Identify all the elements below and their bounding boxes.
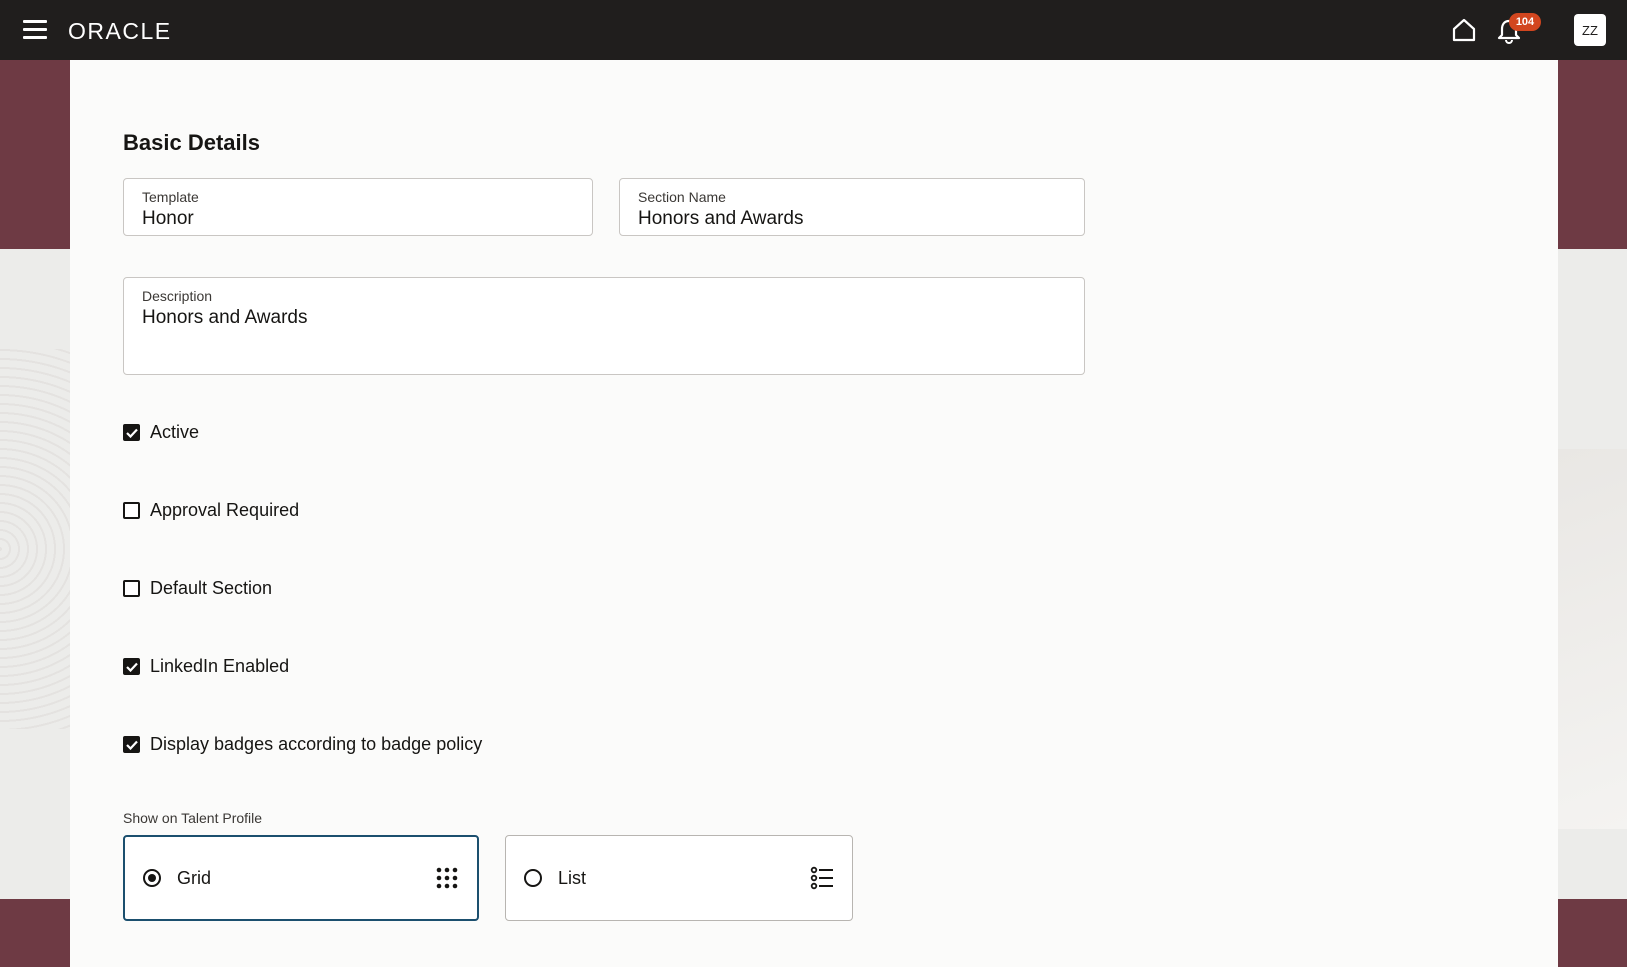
grid-option-card[interactable]: Grid (123, 835, 479, 921)
list-icon (810, 866, 833, 890)
approval-required-checkbox-row[interactable]: Approval Required (123, 500, 299, 521)
list-option-card[interactable]: List (505, 835, 853, 921)
top-navigation-bar: ORACLE 104 ZZ (0, 0, 1627, 60)
template-label: Template (142, 189, 199, 205)
active-checkbox-row[interactable]: Active (123, 422, 199, 443)
template-field[interactable]: Template Honor (123, 178, 593, 236)
description-value: Honors and Awards (142, 307, 308, 328)
section-title: Basic Details (123, 130, 260, 155)
section-name-value: Honors and Awards (638, 208, 804, 229)
display-badges-checkbox[interactable] (123, 736, 140, 753)
list-option-label: List (558, 867, 587, 888)
approval-required-checkbox[interactable] (123, 502, 140, 519)
display-badges-checkbox-row[interactable]: Display badges according to badge policy (123, 734, 482, 755)
section-name-label: Section Name (638, 189, 726, 205)
grid-icon (436, 867, 458, 889)
active-label: Active (150, 422, 200, 442)
list-radio[interactable] (524, 869, 542, 887)
default-section-checkbox[interactable] (123, 580, 140, 597)
description-field[interactable]: Description Honors and Awards (123, 277, 1085, 375)
template-value: Honor (142, 208, 194, 229)
linkedin-enabled-checkbox[interactable] (123, 658, 140, 675)
section-name-field[interactable]: Section Name Honors and Awards (619, 178, 1085, 236)
hamburger-icon[interactable] (23, 20, 47, 40)
active-checkbox[interactable] (123, 424, 140, 441)
description-label: Description (142, 288, 213, 304)
grid-radio[interactable] (143, 869, 161, 887)
linkedin-enabled-label: LinkedIn Enabled (150, 656, 290, 676)
linkedin-enabled-checkbox-row[interactable]: LinkedIn Enabled (123, 656, 289, 677)
avatar[interactable]: ZZ (1574, 14, 1606, 46)
default-section-checkbox-row[interactable]: Default Section (123, 578, 272, 599)
default-section-label: Default Section (150, 578, 273, 598)
grid-option-label: Grid (177, 867, 212, 888)
home-icon[interactable] (1451, 17, 1477, 43)
show-on-talent-profile-label: Show on Talent Profile (123, 810, 263, 826)
main-panel: Basic Details Template Honor Section Nam… (70, 60, 1558, 967)
display-badges-label: Display badges according to badge policy (150, 734, 483, 754)
approval-required-label: Approval Required (150, 500, 300, 520)
notification-badge: 104 (1509, 13, 1541, 31)
oracle-logo[interactable]: ORACLE (68, 18, 172, 45)
